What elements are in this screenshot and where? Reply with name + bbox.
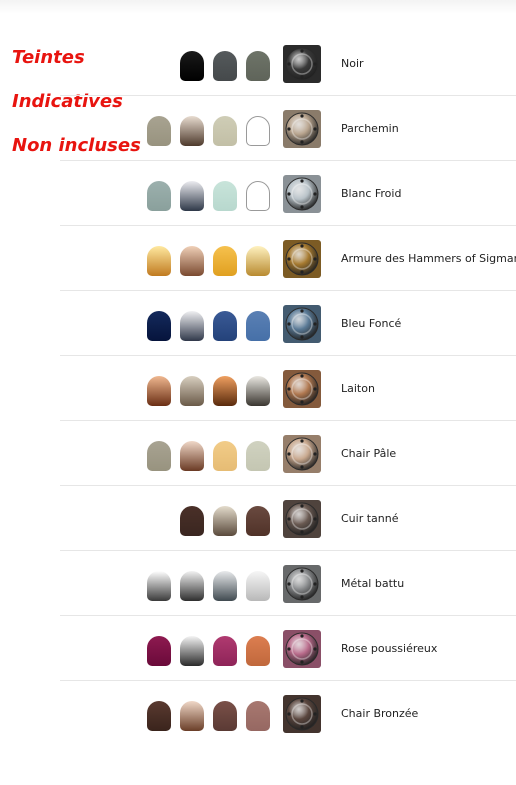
paint-row: Métal battu [0,551,516,616]
paint-row: Noir [0,31,516,96]
paint-pot-icon [246,246,270,276]
paint-pot-icon [180,181,204,211]
shield-preview-icon [283,695,321,733]
paint-row: Bleu Foncé [0,291,516,356]
paint-pot-icon [246,571,270,601]
paint-pot-icon [246,181,270,211]
paint-row: Cuir tanné [0,486,516,551]
paint-pot-icon [180,376,204,406]
paint-pot-icon [180,506,204,536]
paint-scheme-name: Chair Pâle [341,447,397,460]
paint-scheme-name: Rose poussiéreux [341,642,438,655]
paint-pot-icon [180,441,204,471]
paint-pot-icon [246,636,270,666]
paint-pot-icon [147,636,171,666]
paint-pot-icon [213,571,237,601]
shield-preview-icon [283,565,321,603]
paint-pot-icon [147,181,171,211]
paint-pot-icon [180,246,204,276]
paint-scheme-name: Parchemin [341,122,399,135]
paint-pot-icon [180,701,204,731]
paint-pot-icon [147,246,171,276]
paint-pot-icon [147,311,171,341]
paint-pot-icon [246,506,270,536]
paint-row: Blanc Froid [0,161,516,226]
paint-row: Armure des Hammers of Sigmar [0,226,516,291]
paint-pot-icon [213,51,237,81]
paint-scheme-name: Noir [341,57,364,70]
paint-row: Rose poussiéreux [0,616,516,681]
shield-preview-icon [283,370,321,408]
paint-pot-icon [147,441,171,471]
paint-pot-icon [213,506,237,536]
shield-preview-icon [283,435,321,473]
paint-pot-icon [213,376,237,406]
paint-pot-icon [180,311,204,341]
paint-pot-icon [213,246,237,276]
paint-scheme-name: Blanc Froid [341,187,402,200]
paint-pot-icon [147,701,171,731]
shield-preview-icon [283,305,321,343]
paint-pot-icon [246,441,270,471]
paint-pot-icon [213,636,237,666]
shield-preview-icon [283,110,321,148]
paint-pot-icon [246,701,270,731]
paint-scheme-name: Laiton [341,382,375,395]
paint-pot-icon [213,441,237,471]
paint-pot-icon [147,116,171,146]
paint-pot-icon [147,376,171,406]
paint-row: Parchemin [0,96,516,161]
paint-scheme-name: Chair Bronzée [341,707,419,720]
paint-pot-icon [213,311,237,341]
paint-row: Chair Pâle [0,421,516,486]
paint-pot-icon [246,116,270,146]
paint-scheme-name: Cuir tanné [341,512,399,525]
shield-preview-icon [283,500,321,538]
paint-pot-icon [180,636,204,666]
paint-pot-icon [213,701,237,731]
shield-preview-icon [283,630,321,668]
paint-pot-icon [213,116,237,146]
paint-scheme-name: Armure des Hammers of Sigmar [341,252,516,265]
paint-scheme-name: Bleu Foncé [341,317,402,330]
paint-pot-icon [180,116,204,146]
paint-pot-icon [246,376,270,406]
shield-preview-icon [283,175,321,213]
paint-pot-icon [246,311,270,341]
paint-scheme-list: Noir Parchemin Blanc Froid Armure des Hamme… [0,31,516,746]
paint-pot-icon [213,181,237,211]
paint-scheme-name: Métal battu [341,577,405,590]
top-bar [0,0,516,14]
paint-row: Laiton [0,356,516,421]
paint-pot-icon [246,51,270,81]
shield-preview-icon [283,45,321,83]
paint-pot-icon [180,51,204,81]
paint-pot-icon [180,571,204,601]
paint-row: Chair Bronzée [0,681,516,746]
paint-pot-icon [147,571,171,601]
shield-preview-icon [283,240,321,278]
